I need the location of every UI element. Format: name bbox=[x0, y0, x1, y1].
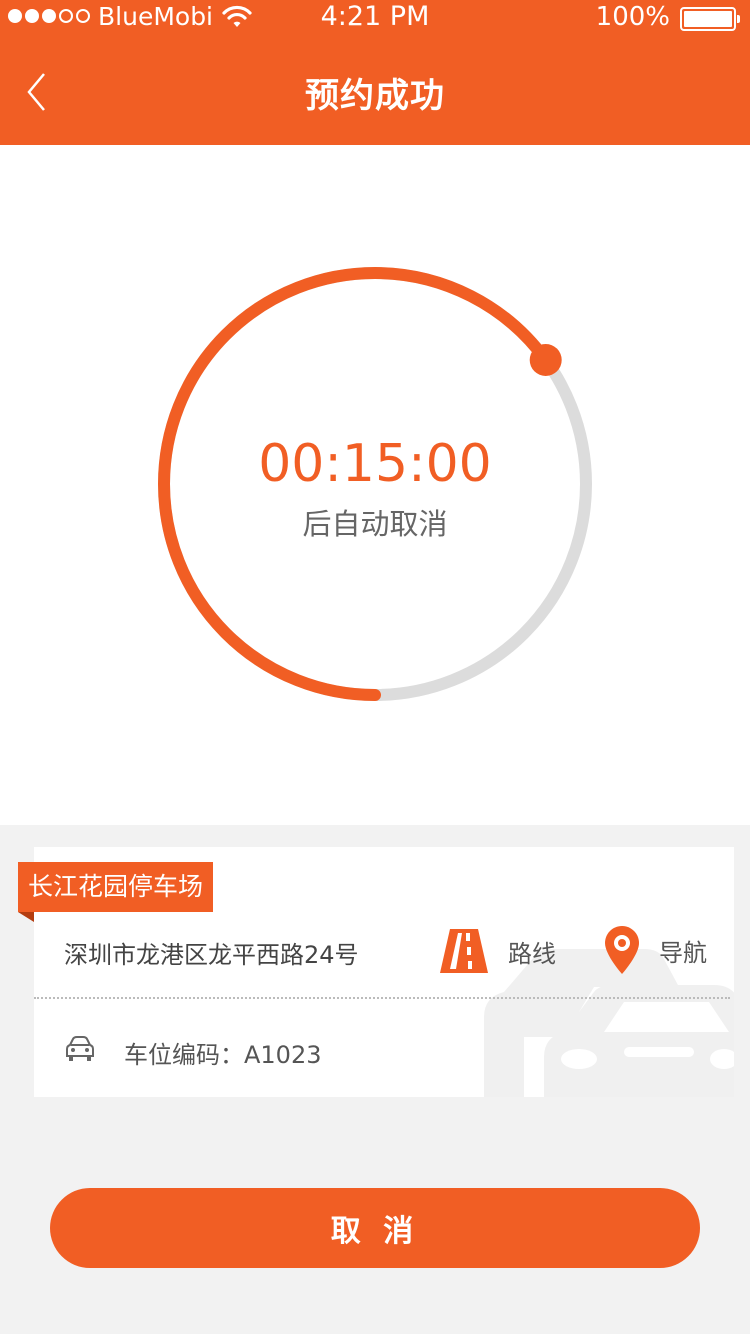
route-button[interactable]: 路线 bbox=[440, 928, 556, 974]
page-title: 预约成功 bbox=[305, 76, 445, 116]
cancel-reservation-button[interactable]: 取 消 bbox=[50, 1188, 700, 1268]
route-label: 路线 bbox=[508, 939, 556, 968]
parking-lot-name: 长江花园停车场 bbox=[18, 862, 214, 912]
countdown-ring-knob bbox=[529, 343, 562, 376]
status-bar: BlueMobi 4:21 PM 100% bbox=[0, 0, 750, 38]
parking-spot-code: 车位编码：A1023 bbox=[124, 1041, 322, 1069]
car-icon bbox=[66, 1036, 94, 1061]
navigate-label: 导航 bbox=[659, 938, 707, 967]
battery-icon bbox=[680, 7, 740, 31]
countdown-time: 00:15:00 bbox=[258, 434, 492, 494]
card-divider bbox=[34, 997, 730, 999]
timer-panel: 00:15:00 后自动取消 bbox=[0, 145, 750, 825]
battery-percent: 100% bbox=[595, 2, 670, 32]
location-pin-icon bbox=[605, 926, 639, 974]
countdown-caption: 后自动取消 bbox=[302, 507, 448, 541]
navigate-button[interactable]: 导航 bbox=[605, 925, 707, 975]
parking-address: 深圳市龙港区龙平西路24号 bbox=[64, 941, 359, 969]
top-bar: BlueMobi 4:21 PM 100% 预约成功 bbox=[0, 0, 750, 145]
tag-fold bbox=[18, 912, 34, 922]
road-icon bbox=[440, 929, 488, 973]
